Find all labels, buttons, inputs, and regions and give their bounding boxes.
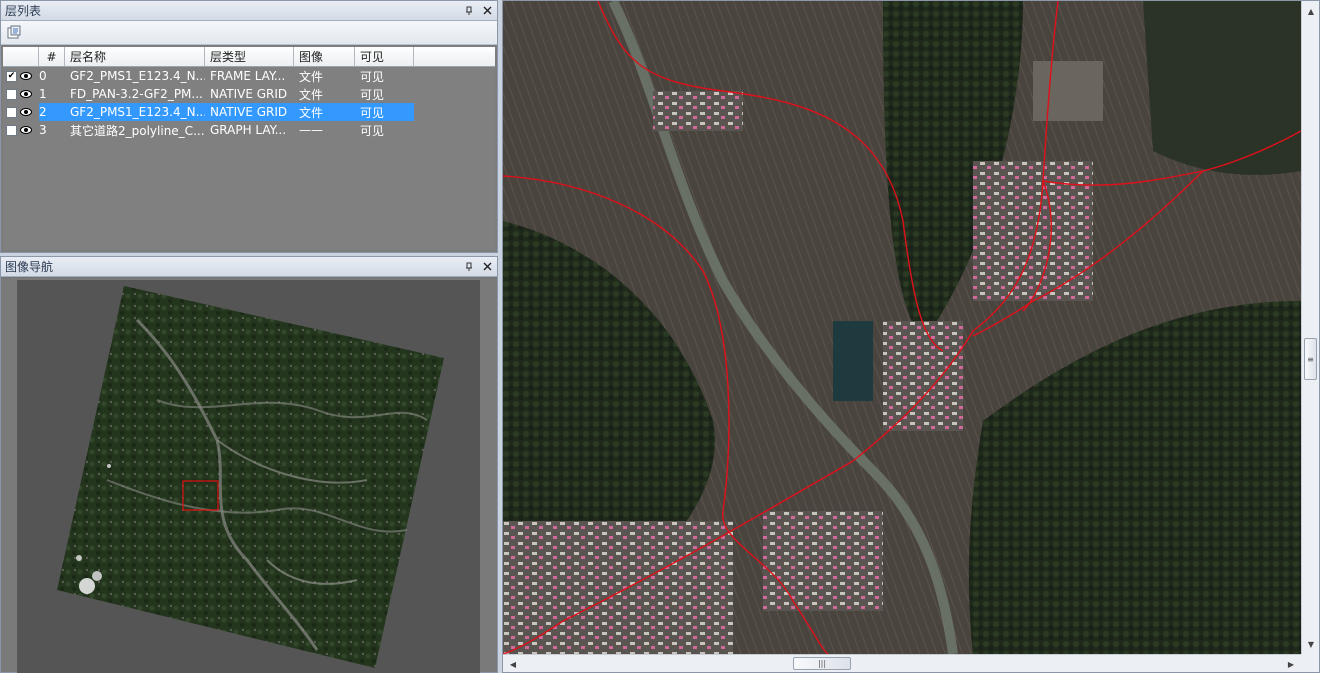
close-icon[interactable] (479, 259, 495, 275)
layer-visible: 可见 (360, 87, 385, 102)
close-icon[interactable] (479, 3, 495, 19)
layer-type: FRAME LAY... (210, 69, 286, 83)
eye-icon[interactable] (20, 70, 32, 82)
layer-checkbox[interactable] (6, 106, 17, 118)
vertical-scrollbar[interactable]: ▲ ≡ ▼ (1301, 1, 1319, 654)
layer-panel-title: 层列表 (5, 4, 42, 18)
eye-icon[interactable] (20, 88, 32, 100)
col-select (3, 47, 39, 66)
pin-icon[interactable] (461, 3, 477, 19)
eye-icon[interactable] (20, 106, 32, 118)
nav-panel-titlebar: 图像导航 (1, 257, 497, 277)
layer-image: 文件 (299, 87, 324, 102)
layer-image: 文件 (299, 69, 324, 84)
col-layer-type[interactable]: 层类型 (205, 47, 294, 66)
col-layer-name[interactable]: 层名称 (65, 47, 205, 66)
layer-visible: 可见 (355, 103, 414, 121)
layer-visible: 可见 (360, 69, 385, 84)
vertical-scroll-thumb[interactable]: ≡ (1304, 338, 1317, 380)
layer-grid-header: # 层名称 层类型 图像 可见 (3, 47, 495, 67)
col-number[interactable]: # (39, 47, 65, 66)
layer-image: 文件 (294, 103, 355, 121)
layer-number: 2 (39, 103, 65, 121)
layer-checkbox[interactable]: ✔ (6, 70, 17, 82)
layer-checkbox[interactable] (6, 124, 17, 136)
map-view: ▲ ≡ ▼ ◀ ||| ▶ (502, 0, 1320, 673)
layer-name: 其它道路2_polyline_C... (70, 123, 205, 138)
layer-image: —— (299, 123, 323, 137)
scroll-left-icon[interactable]: ◀ (505, 656, 521, 672)
layer-panel-titlebar: 层列表 (1, 1, 497, 21)
layer-name: FD_PAN-3.2-GF2_PM... (70, 87, 203, 101)
layer-name: GF2_PMS1_E123.4_N... (65, 103, 205, 121)
scroll-up-icon[interactable]: ▲ (1303, 3, 1319, 19)
layer-properties-icon[interactable] (5, 24, 23, 42)
layer-row-0[interactable]: ✔ 0 GF2_PMS1_E123.4_N... FRAME LAY... 文件… (3, 67, 495, 85)
nav-body (1, 278, 497, 673)
scroll-down-icon[interactable]: ▼ (1303, 636, 1319, 652)
layer-type: GRAPH LAY... (210, 123, 287, 137)
layer-list-panel: 层列表 # 层名称 层类型 图像 可见 ✔ 0 GF2_PMS1_E123.4_… (0, 0, 498, 253)
eye-icon[interactable] (20, 124, 32, 136)
map-canvas[interactable] (503, 1, 1301, 654)
overview-canvas[interactable] (17, 280, 480, 673)
layer-grid: # 层名称 层类型 图像 可见 ✔ 0 GF2_PMS1_E123.4_N...… (3, 47, 495, 250)
nav-panel-title: 图像导航 (5, 260, 54, 274)
layer-number: 1 (39, 87, 47, 101)
layer-type: NATIVE GRID (205, 103, 294, 121)
layer-number: 0 (39, 69, 47, 83)
layer-row-2[interactable]: 2 GF2_PMS1_E123.4_N... NATIVE GRID 文件 可见 (3, 103, 495, 121)
layer-row-3[interactable]: 3 其它道路2_polyline_C... GRAPH LAY... —— 可见 (3, 121, 495, 139)
layer-type: NATIVE GRID (210, 87, 288, 101)
layer-checkbox[interactable] (6, 88, 17, 100)
pin-icon[interactable] (461, 259, 477, 275)
layer-row-1[interactable]: 1 FD_PAN-3.2-GF2_PM... NATIVE GRID 文件 可见 (3, 85, 495, 103)
col-visible[interactable]: 可见 (355, 47, 414, 66)
layer-name: GF2_PMS1_E123.4_N... (70, 69, 205, 83)
scroll-right-icon[interactable]: ▶ (1283, 656, 1299, 672)
horizontal-scroll-thumb[interactable]: ||| (793, 657, 851, 670)
satellite-overview-image (57, 286, 444, 668)
col-image[interactable]: 图像 (294, 47, 355, 66)
horizontal-scrollbar[interactable]: ◀ ||| ▶ (503, 654, 1301, 672)
col-filler (414, 47, 495, 66)
layer-toolbar (1, 21, 497, 45)
scrollbar-corner (1301, 654, 1319, 672)
image-navigation-panel: 图像导航 (0, 256, 498, 673)
satellite-image (503, 1, 1301, 654)
layer-visible: 可见 (360, 123, 385, 138)
layer-number: 3 (39, 123, 47, 137)
